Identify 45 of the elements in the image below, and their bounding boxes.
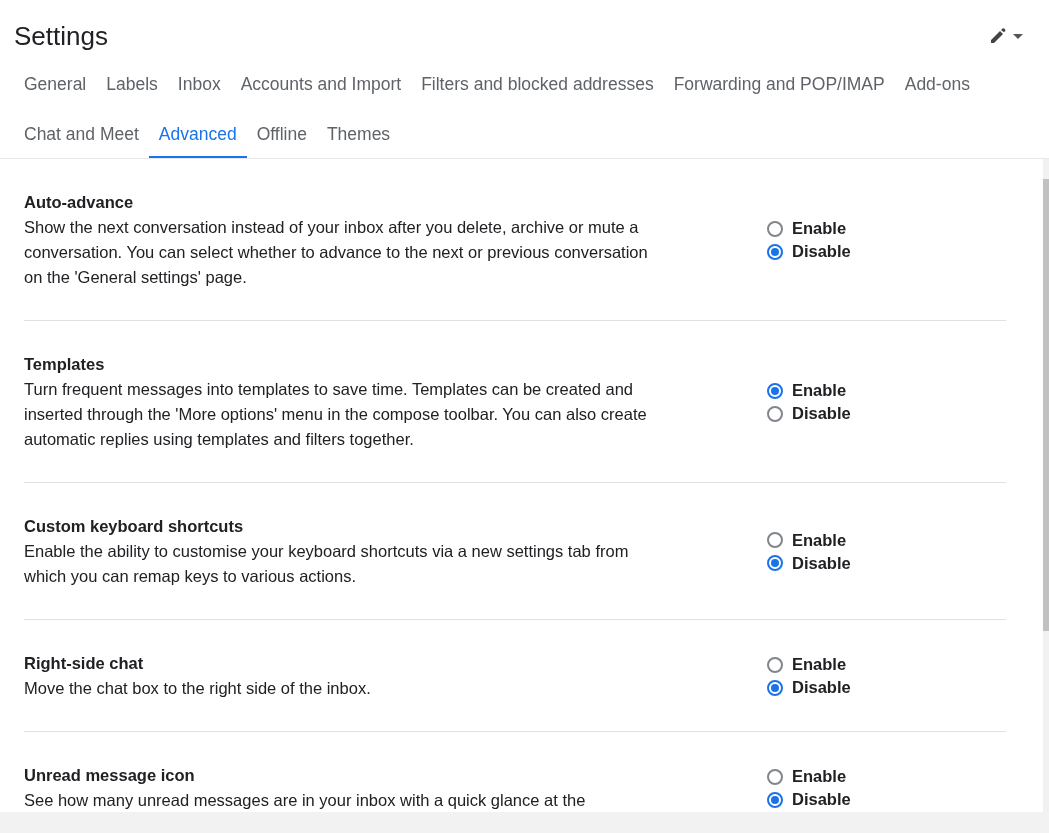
setting-title: Custom keyboard shortcuts	[24, 516, 245, 537]
settings-tab[interactable]: Labels	[96, 58, 168, 108]
setting-description: Show the next conversation instead of your inbox after you delete, archive or mute a conversation. You can select whether to advance to the next or previous conversation on the 'General settings' page.	[24, 217, 649, 288]
settings-tab[interactable]: Filters and blocked addresses	[411, 58, 664, 108]
radio-button[interactable]	[767, 555, 783, 571]
radio-button[interactable]	[767, 405, 783, 422]
setting-description: Enable the ability to customise your keyboard shortcuts via a new settings tab from which you can remap keys to various actions.	[24, 541, 630, 587]
scrollbar[interactable]	[1043, 159, 1049, 812]
radio-option[interactable]: Enable	[766, 653, 1006, 676]
radio-button[interactable]	[767, 220, 783, 237]
radio-option[interactable]: Enable	[766, 765, 1006, 788]
radio-option[interactable]: Enable	[766, 379, 1006, 402]
setting-title: Auto-advance	[24, 192, 135, 213]
setting-description: Move the chat box to the right side of the inbox.	[24, 678, 372, 699]
settings-tab[interactable]: Add-ons	[894, 58, 980, 108]
radio-button[interactable]	[767, 768, 783, 785]
radio-button[interactable]	[767, 791, 783, 808]
setting-description: Turn frequent messages into templates to save time. Templates can be created and inserted through the 'More options' menu in the compose toolbar. You can also create automatic replies using templates and filters together.	[24, 379, 648, 450]
settings-tab[interactable]: Inbox	[167, 58, 231, 108]
settings-tab[interactable]: Advanced	[148, 108, 247, 158]
radio-option[interactable]: Disable	[766, 240, 1006, 263]
radio-button[interactable]	[767, 243, 783, 260]
radio-button[interactable]	[767, 656, 783, 673]
radio-option[interactable]: Disable	[766, 788, 1006, 811]
radio-button[interactable]	[767, 382, 783, 399]
settings-tab[interactable]: Chat and Meet	[14, 108, 149, 158]
setting-description: See how many unread messages are in your inbox with a quick glance at the	[24, 790, 587, 811]
radio-option[interactable]: Enable	[766, 217, 1006, 240]
settings-title: Settings	[14, 20, 108, 52]
settings-tab[interactable]: Offline	[246, 108, 317, 158]
setting-title: Unread message icon	[24, 765, 196, 786]
scrollbar-thumb[interactable]	[1043, 179, 1049, 631]
radio-button[interactable]	[767, 679, 783, 696]
settings-tab[interactable]: General	[14, 58, 97, 108]
radio-option[interactable]: Disable	[766, 676, 1006, 699]
settings-tab[interactable]: Themes	[316, 108, 401, 158]
settings-tab[interactable]: Accounts and Import	[230, 58, 412, 108]
settings-tab[interactable]: Forwarding and POP/IMAP	[663, 58, 895, 108]
radio-option[interactable]: Disable	[766, 551, 1006, 575]
setting-title: Templates	[24, 354, 106, 375]
radio-option[interactable]: Enable	[766, 528, 1006, 552]
setting-title: Right-side chat	[24, 653, 145, 674]
radio-option[interactable]: Disable	[766, 402, 1006, 425]
pencil-caret-icon	[989, 28, 1023, 44]
radio-button[interactable]	[767, 532, 783, 548]
